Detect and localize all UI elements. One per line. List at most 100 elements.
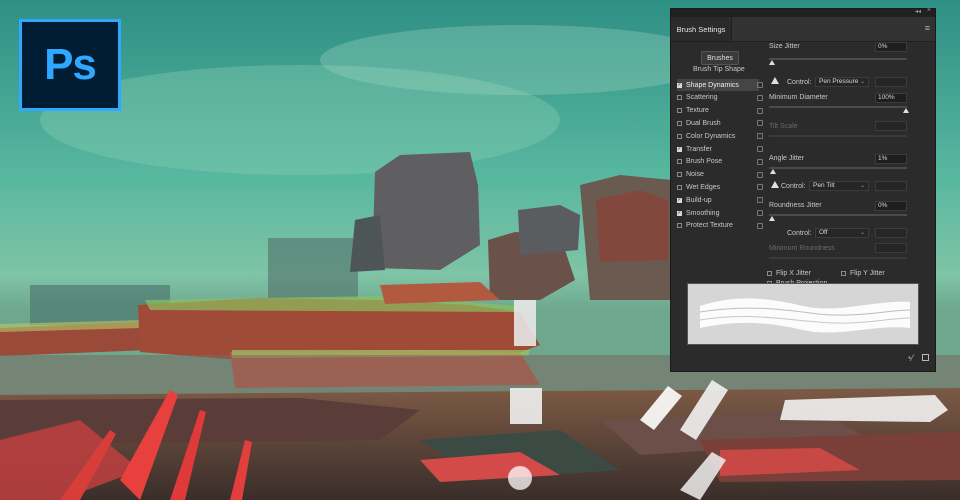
flip-y-label: Flip Y Jitter — [850, 270, 885, 277]
brush-tip-shape-label[interactable]: Brush Tip Shape — [693, 66, 745, 73]
brush-option-build-up[interactable]: ✓ Build-up — [677, 194, 763, 206]
photoshop-logo: Ps — [19, 19, 121, 111]
chevron-down-icon: ⌄ — [859, 79, 865, 85]
roundness-jitter-label: Roundness Jitter — [769, 202, 822, 209]
checkbox[interactable]: ✓ — [677, 82, 682, 88]
brush-option-color-dynamics[interactable]: Color Dynamics — [677, 130, 763, 142]
tilt-scale-slider — [769, 135, 907, 137]
chevron-down-icon: ⌄ — [859, 183, 865, 189]
size-jitter-thumb[interactable] — [769, 60, 775, 65]
lock-icon[interactable] — [757, 197, 763, 204]
brush-option-label: Protect Texture — [686, 222, 733, 230]
brush-option-shape-dynamics[interactable]: ✓ Shape Dynamics — [677, 79, 763, 91]
checkbox[interactable] — [677, 133, 682, 139]
brush-option-noise[interactable]: Noise — [677, 169, 763, 181]
panel-menu-icon[interactable]: ≡ — [925, 24, 930, 33]
close-icon[interactable]: × — [927, 7, 931, 14]
checkbox[interactable]: ✓ — [677, 210, 682, 216]
brushes-button[interactable]: Brushes — [701, 51, 739, 65]
lock-icon[interactable] — [757, 184, 763, 191]
chevron-down-icon: ⌄ — [859, 230, 865, 236]
lock-icon[interactable] — [757, 107, 763, 114]
control-extra-field[interactable] — [875, 181, 907, 191]
lock-icon[interactable] — [757, 133, 763, 140]
size-jitter-slider[interactable] — [769, 58, 907, 60]
minimum-roundness-value — [875, 243, 907, 253]
checkbox[interactable] — [767, 271, 772, 276]
checkbox[interactable] — [677, 108, 682, 114]
warning-icon — [771, 181, 779, 188]
brush-option-wet-edges[interactable]: Wet Edges — [677, 181, 763, 193]
brush-option-smoothing[interactable]: ✓ Smoothing — [677, 207, 763, 219]
minimum-roundness-slider — [769, 257, 907, 259]
control-label: Control: — [787, 79, 812, 86]
brush-settings-panel: ◂◂ × Brush Settings ≡ Brushes Brush Tip … — [670, 7, 936, 372]
brush-option-label: Build-up — [686, 196, 712, 204]
logo-text: Ps — [44, 40, 97, 89]
flip-x-label: Flip X Jitter — [776, 270, 812, 277]
brush-option-scattering[interactable]: Scattering — [677, 92, 763, 104]
flip-y-checkbox[interactable]: Flip Y Jitter — [841, 270, 885, 277]
roundness-jitter-value[interactable]: 0% — [875, 201, 907, 211]
brush-option-label: Smoothing — [686, 209, 720, 217]
flip-x-checkbox[interactable]: Flip X Jitter — [767, 270, 811, 277]
lock-icon[interactable] — [757, 158, 763, 165]
lock-icon[interactable] — [757, 94, 763, 101]
collapse-icon[interactable]: ◂◂ — [915, 8, 921, 15]
panel-tabbar: Brush Settings ≡ — [671, 17, 935, 42]
angle-jitter-value[interactable]: 1% — [875, 154, 907, 164]
size-jitter-label: Size Jitter — [769, 43, 800, 50]
control-select-size[interactable]: Pen Pressure ⌄ — [815, 77, 869, 87]
brush-option-brush-pose[interactable]: Brush Pose — [677, 156, 763, 168]
angle-jitter-slider[interactable] — [769, 167, 907, 169]
checkbox[interactable] — [677, 184, 682, 190]
checkbox[interactable] — [841, 271, 846, 276]
checkbox[interactable] — [677, 172, 682, 178]
brush-option-texture[interactable]: Texture — [677, 105, 763, 117]
control-extra-field[interactable] — [875, 77, 907, 87]
brush-option-label: Transfer — [686, 145, 712, 153]
checkbox[interactable] — [677, 223, 682, 229]
brush-option-dual-brush[interactable]: Dual Brush — [677, 117, 763, 129]
brush-option-label: Dual Brush — [686, 119, 721, 127]
tilt-scale-label: Tilt Scale — [769, 123, 798, 130]
brush-option-transfer[interactable]: ✓ Transfer — [677, 143, 763, 155]
minimum-roundness-label: Minimum Roundness — [769, 245, 835, 252]
checkbox[interactable] — [677, 120, 682, 126]
tilt-scale-value — [875, 121, 907, 131]
brush-option-protect-texture[interactable]: Protect Texture — [677, 220, 763, 232]
control-select-roundness[interactable]: Off ⌄ — [815, 228, 869, 238]
angle-jitter-thumb[interactable] — [770, 169, 776, 174]
tab-brush-settings[interactable]: Brush Settings — [671, 17, 732, 41]
minimum-diameter-thumb[interactable] — [903, 108, 909, 113]
panel-title-strip: ◂◂ × — [671, 7, 935, 17]
roundness-jitter-slider[interactable] — [769, 214, 907, 216]
checkbox[interactable] — [677, 95, 682, 101]
minimum-diameter-value[interactable]: 100% — [875, 93, 907, 103]
checkbox[interactable] — [677, 159, 682, 165]
minimum-diameter-slider[interactable] — [769, 106, 907, 108]
checkbox[interactable]: ✓ — [677, 146, 682, 152]
minimum-diameter-label: Minimum Diameter — [769, 94, 828, 101]
lock-icon[interactable] — [757, 210, 763, 216]
control-label: Control: — [781, 183, 806, 190]
control-extra-field[interactable] — [875, 228, 907, 238]
new-brush-icon[interactable] — [922, 354, 929, 361]
control-select-value: Off — [819, 229, 828, 236]
lock-icon[interactable] — [757, 120, 763, 127]
brush-option-label: Scattering — [686, 94, 718, 102]
control-label: Control: — [787, 230, 812, 237]
checkbox[interactable]: ✓ — [677, 197, 682, 203]
size-jitter-value[interactable]: 0% — [875, 42, 907, 52]
control-select-value: Pen Tilt — [813, 182, 835, 189]
angle-jitter-label: Angle Jitter — [769, 155, 805, 162]
lock-icon[interactable] — [757, 222, 763, 229]
lock-icon[interactable] — [757, 82, 763, 88]
brush-option-label: Brush Pose — [686, 158, 723, 166]
brush-option-label: Noise — [686, 171, 704, 179]
control-select-angle[interactable]: Pen Tilt ⌄ — [809, 181, 869, 191]
brush-tool-icon[interactable]: ◔⁄ — [906, 353, 913, 363]
roundness-jitter-thumb[interactable] — [769, 216, 775, 221]
lock-icon[interactable] — [757, 146, 763, 152]
lock-icon[interactable] — [757, 171, 763, 178]
